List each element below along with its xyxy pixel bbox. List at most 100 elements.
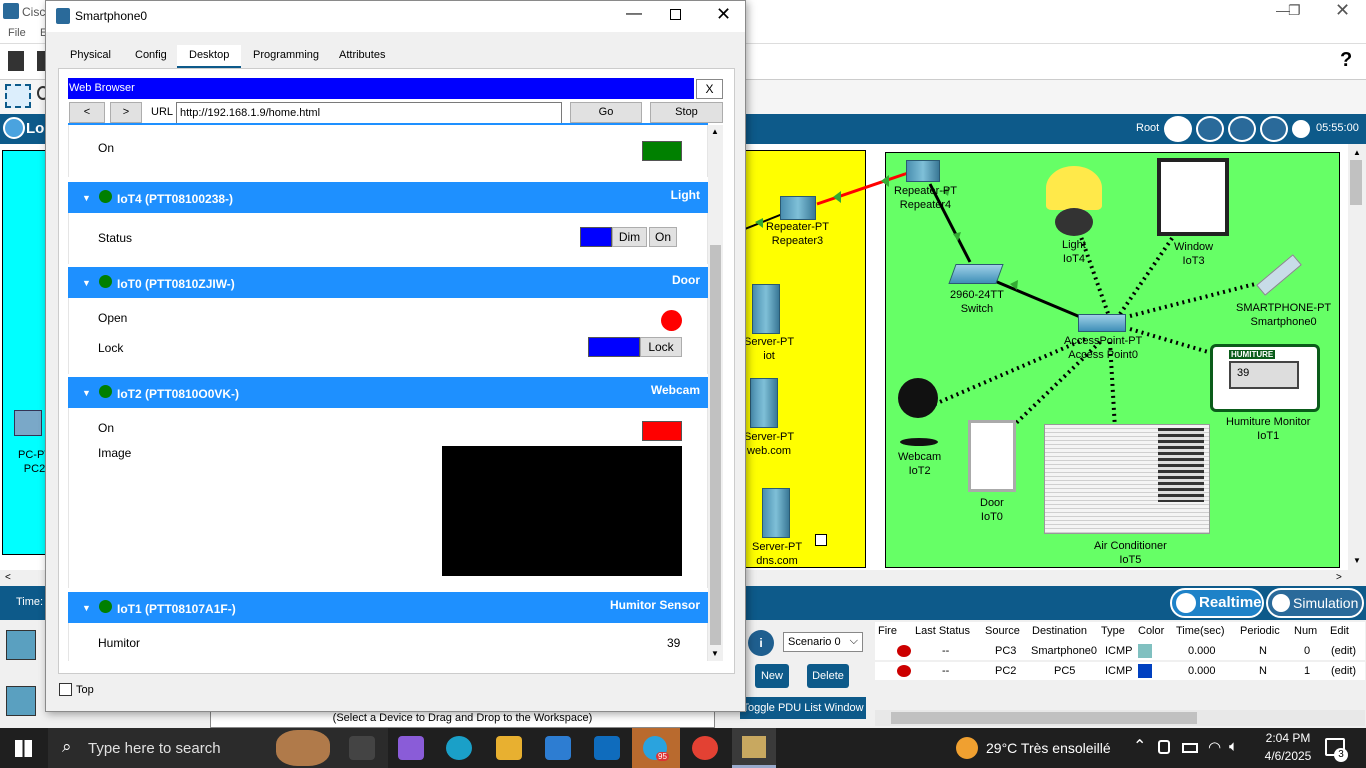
battery-icon[interactable] xyxy=(1182,743,1198,753)
fire-icon[interactable] xyxy=(897,665,911,677)
repeater4-icon[interactable] xyxy=(906,160,940,182)
open-file-icon[interactable] xyxy=(37,51,45,71)
browser-back-button[interactable]: < xyxy=(69,102,105,123)
volume-icon[interactable]: 🔈︎ xyxy=(1229,738,1238,755)
store-icon[interactable] xyxy=(545,736,571,760)
dialog-close-button[interactable]: ✕ xyxy=(716,4,731,25)
section-header-iot0[interactable]: ▼ IoT0 (PTT0810ZJIW-) Door xyxy=(68,267,708,298)
pdu-scroll-thumb[interactable] xyxy=(891,712,1197,724)
small-checkbox-shape[interactable] xyxy=(815,534,827,546)
weather-text[interactable]: 29°C Très ensoleillé xyxy=(986,740,1111,756)
toggle-pdu-button[interactable]: Toggle PDU List Window xyxy=(740,697,866,719)
main-close-button[interactable]: ✕ xyxy=(1335,0,1350,21)
webcam-icon[interactable] xyxy=(898,378,938,418)
dialog-minimize-button[interactable]: — xyxy=(626,5,642,23)
accesspoint-icon[interactable] xyxy=(1078,314,1126,332)
background-image-icon[interactable] xyxy=(1260,116,1288,142)
collapse-arrow-icon[interactable]: ▼ xyxy=(82,388,91,398)
edge-icon[interactable] xyxy=(446,736,472,760)
window-icon[interactable] xyxy=(1157,158,1229,236)
section-header-iot4[interactable]: ▼ IoT4 (PTT08100238-) Light xyxy=(68,182,708,213)
section-header-iot1[interactable]: ▼ IoT1 (PTT08107A1F-) Humitor Sensor xyxy=(68,592,708,623)
pc2-icon[interactable] xyxy=(14,410,42,436)
stop-button[interactable]: Stop xyxy=(650,102,723,123)
info-icon[interactable]: i xyxy=(748,630,774,656)
clock-time[interactable]: 2:04 PM xyxy=(1260,731,1316,745)
section-body-iot4: Status Dim On xyxy=(68,213,708,264)
page-scroll-thumb[interactable] xyxy=(710,245,721,645)
chevron-down-icon: ⌵ xyxy=(849,635,858,647)
chevron-up-icon[interactable]: ⌃ xyxy=(1133,736,1146,756)
file-explorer-icon[interactable] xyxy=(496,736,522,760)
table-row[interactable]: -- PC2 PC5 ICMP 0.000 N 1 (edit) xyxy=(875,662,1365,680)
move-icon[interactable] xyxy=(1228,116,1256,142)
tab-physical[interactable]: Physical xyxy=(58,45,123,68)
section-body-iot0: Open Lock Lock xyxy=(68,298,708,374)
dim-button[interactable]: Dim xyxy=(612,227,647,247)
on-button[interactable]: On xyxy=(649,227,677,247)
collapse-arrow-icon[interactable]: ▼ xyxy=(82,278,91,288)
collapse-arrow-icon[interactable]: ▼ xyxy=(82,603,91,613)
page-scrollbar[interactable]: ▲ ▼ xyxy=(708,125,723,661)
humiture-icon[interactable]: HUMITURE 39 xyxy=(1210,344,1320,412)
meet-now-icon[interactable] xyxy=(1158,740,1170,754)
packet-tracer-taskbar-button[interactable] xyxy=(732,728,776,768)
wifi-icon[interactable]: ◠ xyxy=(1208,738,1221,756)
delete-pdu-button[interactable]: Delete xyxy=(807,664,849,688)
server-web-icon[interactable] xyxy=(750,378,778,428)
collapse-arrow-icon[interactable]: ▼ xyxy=(82,193,91,203)
new-file-icon[interactable] xyxy=(8,51,24,71)
tab-attributes[interactable]: Attributes xyxy=(327,45,398,68)
light-icon[interactable] xyxy=(1046,166,1102,210)
server-dns-label: Server-PT dns.com xyxy=(752,541,803,567)
device-category-switch-icon[interactable] xyxy=(6,686,36,716)
door-icon[interactable] xyxy=(968,420,1016,492)
task-view-icon[interactable] xyxy=(349,736,375,760)
top-checkbox[interactable] xyxy=(59,683,72,696)
tab-desktop[interactable]: Desktop xyxy=(177,45,242,68)
taskbar-search-box[interactable]: ⌕ Type here to search xyxy=(48,728,388,768)
section-body-iot2: On Image xyxy=(68,408,708,588)
back-root-icon[interactable] xyxy=(1164,116,1192,142)
windows-start-icon[interactable] xyxy=(15,740,32,757)
smartphone0-dialog: Smartphone0 — ✕ Physical Config Desktop … xyxy=(45,0,746,712)
main-restore-button[interactable]: ❐ xyxy=(1288,2,1301,19)
simulation-button[interactable]: Simulation xyxy=(1266,588,1364,618)
browser-forward-button[interactable]: > xyxy=(110,102,142,123)
repeater3-icon[interactable] xyxy=(780,196,816,220)
help-icon[interactable]: ? xyxy=(1340,49,1352,72)
server-iot-icon[interactable] xyxy=(752,284,780,334)
status-indicator xyxy=(580,227,612,247)
telegram-taskbar-button[interactable]: 95 xyxy=(632,728,680,768)
copilot-icon[interactable] xyxy=(398,736,424,760)
chrome-icon[interactable] xyxy=(692,736,718,760)
select-tool-icon[interactable] xyxy=(5,84,31,108)
server-dns-icon[interactable] xyxy=(762,488,790,538)
url-input[interactable]: http://192.168.1.9/home.html xyxy=(176,102,562,124)
cloud-icon[interactable] xyxy=(1196,116,1224,142)
realtime-button[interactable]: Realtime xyxy=(1170,588,1264,618)
logical-view-label[interactable]: Lo xyxy=(26,120,44,137)
pdu-table-scrollbar[interactable] xyxy=(875,710,1365,726)
table-row[interactable]: -- PC3 Smartphone0 ICMP 0.000 N 0 (edit) xyxy=(875,642,1365,660)
section-header-iot2[interactable]: ▼ IoT2 (PTT0810O0VK-) Webcam xyxy=(68,377,708,408)
lock-button[interactable]: Lock xyxy=(640,337,682,357)
windows-taskbar: ⌕ Type here to search 95 29°C Très ensol… xyxy=(0,728,1366,768)
switch-icon[interactable] xyxy=(948,264,1004,284)
vscroll-thumb[interactable] xyxy=(1350,160,1362,205)
realtime-label: Realtime xyxy=(1199,594,1262,611)
logical-view-icon[interactable] xyxy=(3,117,25,139)
web-browser-close-button[interactable]: X xyxy=(696,79,723,99)
menu-file[interactable]: File xyxy=(8,27,26,39)
go-button[interactable]: Go xyxy=(570,102,642,123)
device-category-router-icon[interactable] xyxy=(6,630,36,660)
dialog-maximize-button[interactable] xyxy=(670,9,681,20)
scenario-select[interactable]: Scenario 0 ⌵ xyxy=(783,632,863,652)
new-pdu-button[interactable]: New xyxy=(755,664,789,688)
outlook-icon[interactable] xyxy=(594,736,620,760)
tab-programming[interactable]: Programming xyxy=(241,45,332,68)
workspace-vertical-scrollbar[interactable]: ▲ ▼ xyxy=(1348,144,1366,572)
clock-date[interactable]: 4/6/2025 xyxy=(1260,749,1316,763)
fire-icon[interactable] xyxy=(897,645,911,657)
tab-config[interactable]: Config xyxy=(123,45,179,68)
